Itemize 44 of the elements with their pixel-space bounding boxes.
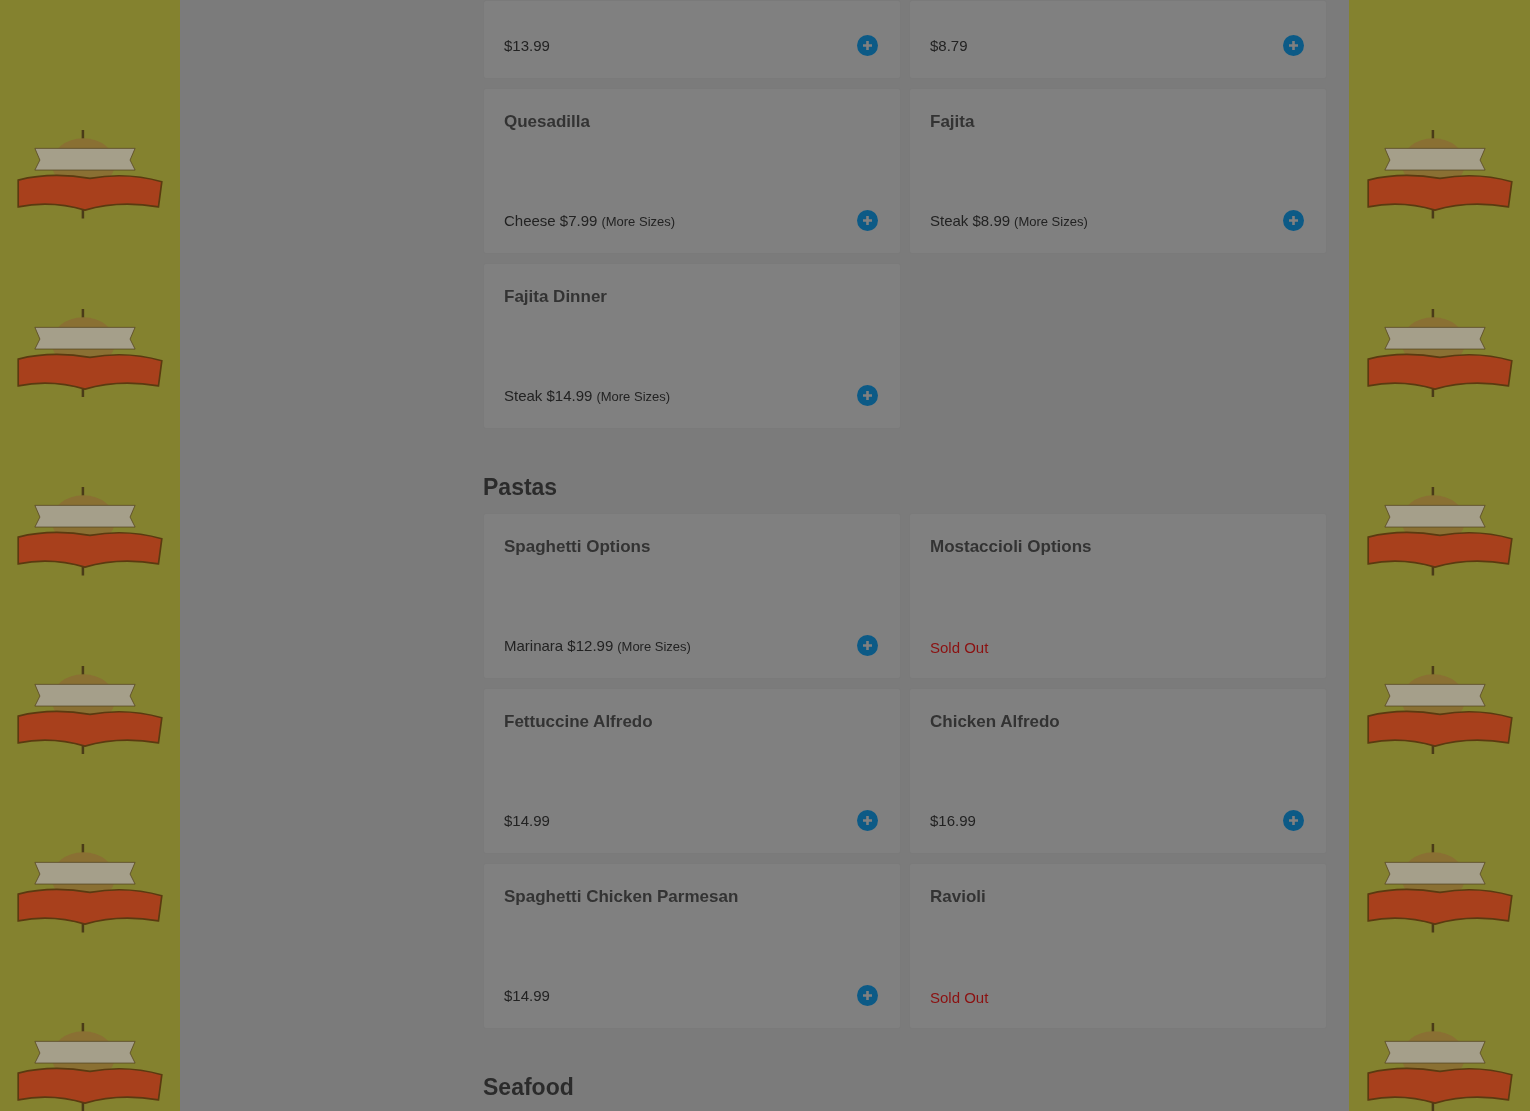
plus-icon — [1288, 815, 1299, 826]
item-price: Cheese $7.99 — [504, 211, 598, 229]
item-price: $13.99 — [504, 37, 550, 54]
plus-icon — [862, 40, 873, 51]
item-price: $16.99 — [930, 812, 976, 829]
add-button[interactable] — [857, 210, 878, 231]
item-price: $14.99 — [504, 987, 550, 1004]
item-title: Mostaccioli Options — [930, 536, 1093, 558]
item-title: Spaghetti Chicken Parmesan — [504, 886, 740, 908]
plus-icon — [862, 215, 873, 226]
section-heading: Seafood — [483, 1073, 575, 1101]
plus-icon — [862, 640, 873, 651]
section-heading: Pastas — [483, 473, 559, 501]
more-sizes-label: (More Sizes) — [1014, 213, 1088, 229]
plus-icon — [862, 815, 873, 826]
sold-out-label: Sold Out — [930, 639, 989, 656]
add-button[interactable] — [857, 35, 878, 56]
add-button[interactable] — [1283, 210, 1304, 231]
add-button[interactable] — [1283, 810, 1304, 831]
more-sizes-label: (More Sizes) — [596, 388, 671, 404]
more-sizes-label: (More Sizes) — [601, 213, 676, 229]
item-price: $14.99 — [504, 812, 550, 829]
plus-icon — [862, 990, 873, 1001]
item-title: Quesadilla — [504, 111, 591, 133]
add-button[interactable] — [857, 810, 878, 831]
item-title: Fajita Dinner — [504, 286, 608, 308]
add-button[interactable] — [1283, 35, 1304, 56]
sold-out-label: Sold Out — [930, 989, 989, 1006]
add-button[interactable] — [857, 985, 878, 1006]
plus-icon — [1288, 215, 1299, 226]
item-price: $8.79 — [930, 37, 968, 54]
item-price: Steak $14.99 — [504, 386, 593, 404]
item-title: Ravioli — [930, 886, 987, 908]
item-price: Marinara $12.99 — [504, 636, 614, 654]
item-title: Fettuccine Alfredo — [504, 711, 654, 733]
add-button[interactable] — [857, 635, 878, 656]
more-sizes-label: (More Sizes) — [617, 638, 691, 654]
plus-icon — [862, 390, 873, 401]
item-title: Chicken Alfredo — [930, 711, 1061, 733]
item-title: Spaghetti Options — [504, 536, 652, 558]
item-price: Steak $8.99 — [930, 211, 1011, 229]
add-button[interactable] — [857, 385, 878, 406]
item-title: Fajita — [930, 111, 976, 133]
plus-icon — [1288, 40, 1299, 51]
